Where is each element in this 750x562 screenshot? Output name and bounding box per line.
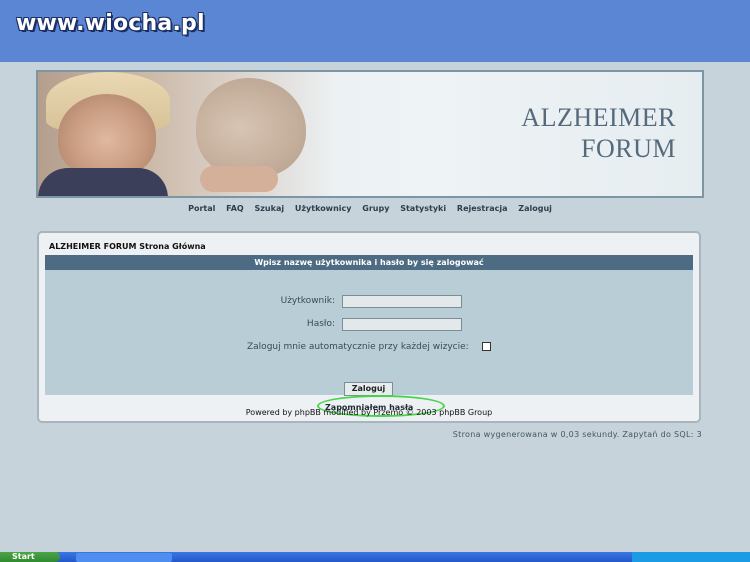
nav-search[interactable]: Szukaj (255, 204, 285, 213)
hand-image (200, 166, 278, 192)
breadcrumb[interactable]: ALZHEIMER FORUM Strona Główna (49, 242, 206, 251)
login-submit-button[interactable]: Zaloguj (344, 382, 393, 396)
page-generation-stats: Strona wygenerowana w 0,03 sekundy. Zapy… (452, 430, 702, 439)
password-label: Hasło: (306, 319, 335, 329)
banner-photo (38, 72, 338, 196)
forum-nav: Portal FAQ Szukaj Użytkownicy Grupy Stat… (0, 204, 740, 213)
system-tray (632, 552, 750, 562)
nav-portal[interactable]: Portal (188, 204, 215, 213)
woman-face-image (58, 94, 156, 178)
nav-groups[interactable]: Grupy (362, 204, 389, 213)
taskbar-window-button[interactable] (76, 553, 172, 562)
forum-banner: ALZHEIMER FORUM (36, 70, 704, 198)
autologin-label: Zaloguj mnie automatycznie przy każdej w… (247, 342, 469, 352)
woman-shirt-image (38, 168, 168, 196)
username-input[interactable] (342, 295, 462, 308)
autologin-checkbox[interactable] (482, 342, 491, 351)
man-face-image (196, 78, 306, 178)
login-header: Wpisz nazwę użytkownika i hasło by się z… (45, 255, 693, 270)
watermark-text: www.wiocha.pl (16, 11, 205, 36)
powered-by-footer: Powered by phpBB modified by Przemo © 20… (245, 408, 493, 417)
password-input[interactable] (342, 318, 462, 331)
banner-title: ALZHEIMER FORUM (521, 102, 676, 164)
nav-statistics[interactable]: Statystyki (400, 204, 446, 213)
banner-title-line2: FORUM (581, 134, 676, 163)
watermark-bar: www.wiocha.pl (0, 0, 750, 62)
username-label: Użytkownik: (280, 296, 335, 306)
taskbar: Start (0, 552, 750, 562)
main-panel: ALZHEIMER FORUM Strona Główna Wpisz nazw… (37, 231, 701, 423)
nav-users[interactable]: Użytkownicy (295, 204, 352, 213)
nav-faq[interactable]: FAQ (226, 204, 244, 213)
start-button[interactable]: Start (0, 552, 60, 562)
login-box: Wpisz nazwę użytkownika i hasło by się z… (45, 255, 693, 417)
banner-title-line1: ALZHEIMER (521, 103, 676, 132)
nav-login[interactable]: Zaloguj (518, 204, 552, 213)
nav-register[interactable]: Rejestracja (457, 204, 508, 213)
